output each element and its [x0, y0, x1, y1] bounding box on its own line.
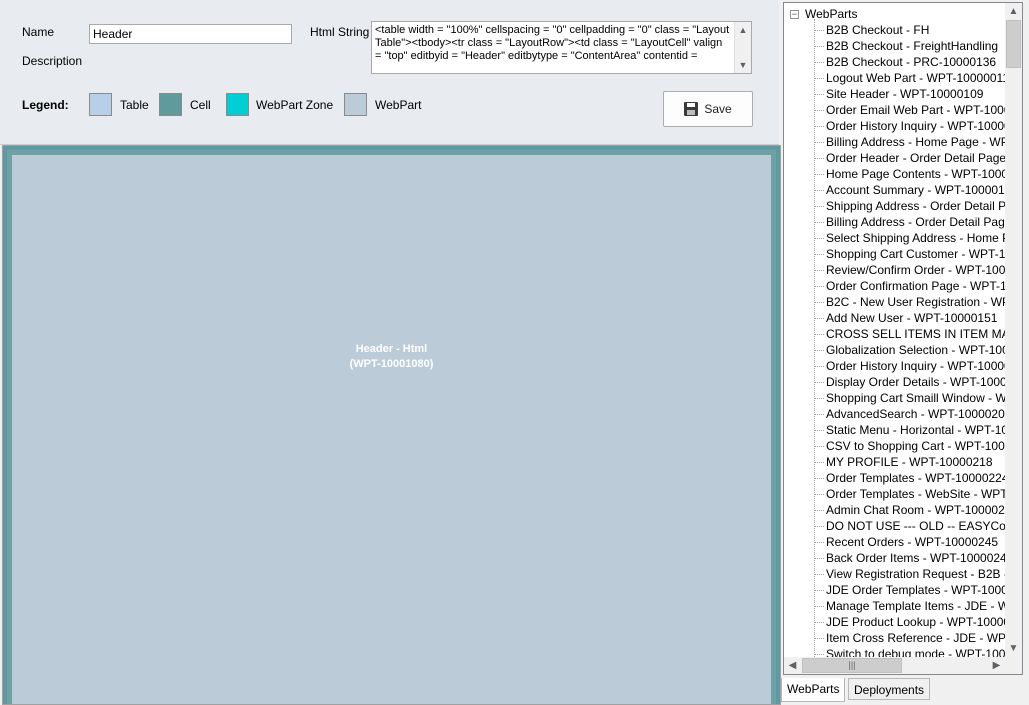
tree-item[interactable]: Order Header - Order Detail Page - WI — [814, 150, 1005, 166]
tree-item[interactable]: Shipping Address - Order Detail Page - — [814, 198, 1005, 214]
tree-item[interactable]: Order Email Web Part - WPT-1000011 — [814, 102, 1005, 118]
tree-item[interactable]: Admin Chat Room - WPT-10000232 — [814, 502, 1005, 518]
save-button[interactable]: Save — [663, 91, 753, 127]
tree-item[interactable]: CROSS SELL ITEMS IN ITEM MAIN — [814, 326, 1005, 342]
tree-item[interactable]: View Registration Request - B2B - WP — [814, 566, 1005, 582]
name-input[interactable] — [89, 24, 292, 44]
webpart-title: Header - Html — [355, 343, 428, 355]
tree-content: − WebParts B2B Checkout - FH B2B Checkout… — [784, 3, 1005, 657]
tree-item[interactable]: Order History Inquiry - WPT-10000186 — [814, 358, 1005, 374]
description-label: Description — [22, 54, 83, 68]
html-string-text: <table width = "100%" cellspacing = "0" … — [375, 24, 730, 62]
layout-cell: Header - Html (WPT-10001080) — [7, 150, 776, 704]
tree-item[interactable]: Back Order Items - WPT-10000246 — [814, 550, 1005, 566]
legend-swatch-cell — [159, 93, 182, 116]
tree-item[interactable]: JDE Order Templates - WPT-1000026 — [814, 582, 1005, 598]
tree-item[interactable]: Billing Address - Home Page - WPT-10 — [814, 134, 1005, 150]
legend-label-webpart: WebPart — [375, 98, 422, 112]
tree-item[interactable]: B2B Checkout - FreightHandling — [814, 38, 998, 54]
tree-item[interactable]: B2B Checkout - FH — [814, 22, 929, 38]
tree-item[interactable]: Order Templates - WPT-10000224 — [814, 470, 1005, 486]
scroll-down-icon[interactable]: ▼ — [735, 57, 751, 73]
tree-vertical-scrollbar[interactable]: ▲ ▼ — [1005, 3, 1022, 657]
legend-swatch-webpart-zone — [226, 93, 249, 116]
tree-item[interactable]: Home Page Contents - WPT-1000012 — [814, 166, 1005, 182]
tree-item[interactable]: Select Shipping Address - Home Page — [814, 230, 1005, 246]
tree-item[interactable]: Shopping Cart Customer - WPT-10000 — [814, 246, 1005, 262]
scroll-thumb[interactable] — [1006, 20, 1021, 68]
tree-item[interactable]: Add New User - WPT-10000151 — [814, 310, 997, 326]
tree-item[interactable]: Review/Confirm Order - WPT-1000014 — [814, 262, 1005, 278]
legend-label-cell: Cell — [190, 98, 211, 112]
tree-horizontal-scrollbar[interactable]: ◀ ||| ▶ — [784, 657, 1005, 674]
webpart-label: Header - Html (WPT-10001080) — [350, 342, 434, 372]
save-button-label: Save — [704, 102, 732, 116]
tree-item[interactable]: Globalization Selection - WPT-100001 — [814, 342, 1005, 358]
tree-item[interactable]: Order Confirmation Page - WPT-10000 — [814, 278, 1005, 294]
scroll-left-icon[interactable]: ◀ — [784, 657, 801, 674]
tree-item[interactable]: Logout Web Part - WPT-10000011 — [814, 70, 1005, 86]
scroll-thumb[interactable]: ||| — [802, 658, 902, 673]
tree-item[interactable]: Site Header - WPT-10000109 — [814, 86, 983, 102]
legend-title: Legend: — [22, 98, 69, 112]
html-string-textarea[interactable]: <table width = "100%" cellspacing = "0" … — [371, 21, 752, 74]
webparts-panel: − WebParts B2B Checkout - FH B2B Checkout… — [781, 0, 1029, 705]
tree-item[interactable]: Manage Template Items - JDE - WPT- — [814, 598, 1005, 614]
tree-item[interactable]: B2C - New User Registration - WPT-10 — [814, 294, 1005, 310]
webpart-id: (WPT-10001080) — [349, 358, 434, 370]
tree-item[interactable]: Order History Inquiry - WPT-10000113 — [814, 118, 1005, 134]
tree-item[interactable]: Display Order Details - WPT-1000018 — [814, 374, 1005, 390]
name-label: Name — [22, 25, 55, 39]
tree-root-label: WebParts — [805, 7, 858, 21]
tree-item[interactable]: AdvancedSearch - WPT-10000201 — [814, 406, 1005, 422]
scroll-down-icon[interactable]: ▼ — [1005, 640, 1022, 657]
webparts-tree[interactable]: − WebParts B2B Checkout - FH B2B Checkout… — [783, 2, 1023, 675]
legend-label-webpart-zone: WebPart Zone — [256, 98, 334, 112]
scroll-corner — [1005, 657, 1022, 674]
tab-deployments[interactable]: Deployments — [848, 678, 931, 700]
tree-root[interactable]: − WebParts — [790, 6, 857, 22]
legend-swatch-webpart — [344, 93, 367, 116]
tree-item[interactable]: MY PROFILE - WPT-10000218 — [814, 454, 993, 470]
tree-item[interactable]: Order Templates - WebSite - WPT-100 — [814, 486, 1005, 502]
panel-tabs: WebParts Deployments — [781, 678, 1029, 705]
legend-label-table: Table — [120, 98, 149, 112]
collapse-icon[interactable]: − — [790, 9, 799, 19]
scroll-up-icon[interactable]: ▲ — [1005, 3, 1022, 20]
floppy-disk-icon — [684, 102, 699, 116]
tree-item[interactable]: Recent Orders - WPT-10000245 — [814, 534, 998, 550]
tree-item[interactable]: Shopping Cart Smaill Window - WPT-1 — [814, 390, 1005, 406]
properties-panel: Name Description Html String <table widt… — [0, 0, 779, 145]
layout-table: Header - Html (WPT-10001080) — [2, 145, 781, 705]
scroll-up-icon[interactable]: ▲ — [735, 22, 751, 38]
tree-item[interactable]: Billing Address - Order Detail Page - W — [814, 214, 1005, 230]
tree-item[interactable]: Switch to debug mode - WPT-100002 — [814, 646, 1005, 657]
tree-item[interactable]: B2B Checkout - PRC-10000136 — [814, 54, 996, 70]
legend-swatch-table — [89, 93, 112, 116]
webpart-block[interactable]: Header - Html (WPT-10001080) — [12, 155, 771, 704]
tree-item[interactable]: CSV to Shopping Cart - WPT-1000021 — [814, 438, 1005, 454]
tree-item[interactable]: Static Menu - Horizontal - WPT-10000 — [814, 422, 1005, 438]
tab-webparts[interactable]: WebParts — [781, 678, 846, 702]
tree-item[interactable]: Account Summary - WPT-10000127 — [814, 182, 1005, 198]
scroll-right-icon[interactable]: ▶ — [988, 657, 1005, 674]
html-string-scrollbar[interactable]: ▲ ▼ — [734, 22, 751, 73]
tree-item[interactable]: Item Cross Reference - JDE - WPT-10 — [814, 630, 1005, 646]
tree-item[interactable]: JDE Product Lookup - WPT-1000026 — [814, 614, 1005, 630]
html-string-label: Html String — [310, 25, 370, 39]
tree-item[interactable]: DO NOT USE --- OLD -- EASYComme — [814, 518, 1005, 534]
